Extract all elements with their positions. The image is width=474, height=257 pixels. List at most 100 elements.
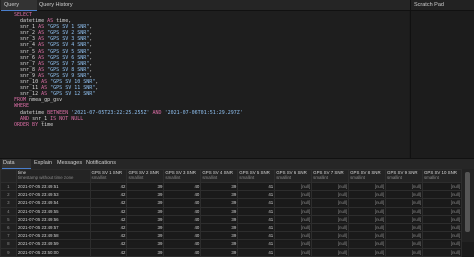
cell-snr[interactable]: 39	[200, 190, 239, 200]
cell-time[interactable]: 2021-07-05 23:49:59	[15, 239, 91, 249]
column-header[interactable]: GPS SV 7 SNR smallint	[311, 169, 350, 183]
cell-time[interactable]: 2021-07-05 23:49:58	[15, 231, 91, 241]
cell-snr[interactable]: [null]	[274, 231, 313, 241]
cell-snr[interactable]: 39	[200, 239, 239, 249]
cell-snr[interactable]: [null]	[274, 206, 313, 216]
cell-snr[interactable]: 42	[89, 214, 128, 224]
data-output-grid[interactable]: time timestamp without time zone GPS SV 1 …	[0, 169, 463, 257]
cell-snr[interactable]: 40	[163, 247, 202, 257]
cell-snr[interactable]: [null]	[311, 239, 350, 249]
cell-snr[interactable]: 39	[200, 206, 239, 216]
column-header[interactable]: GPS SV 3 SNR smallint	[163, 169, 202, 183]
cell-snr[interactable]: 40	[163, 239, 202, 249]
cell-snr[interactable]: [null]	[311, 214, 350, 224]
cell-snr[interactable]: [null]	[385, 239, 423, 249]
cell-snr[interactable]: [null]	[421, 231, 463, 241]
cell-snr[interactable]: 39	[200, 214, 239, 224]
cell-snr[interactable]: 42	[89, 247, 128, 257]
column-header[interactable]: GPS SV 10 SNR smallint	[421, 169, 463, 183]
cell-snr[interactable]: [null]	[311, 231, 350, 241]
table-row[interactable]: 6 2021-07-05 23:49:57 42 39 40 39 41 [null] [nul…	[0, 222, 463, 233]
cell-snr[interactable]: [null]	[348, 206, 387, 216]
cell-snr[interactable]: 42	[89, 181, 128, 192]
cell-snr[interactable]: 42	[89, 231, 128, 241]
column-header[interactable]: GPS SV 5 SNR smallint	[237, 169, 276, 183]
cell-time[interactable]: 2021-07-05 23:49:57	[15, 222, 91, 233]
cell-snr[interactable]: 42	[89, 222, 128, 233]
cell-snr[interactable]: [null]	[421, 181, 463, 192]
column-header[interactable]: GPS SV 2 SNR smallint	[126, 169, 165, 183]
cell-time[interactable]: 2021-07-05 23:49:54	[15, 198, 91, 208]
table-row[interactable]: 7 2021-07-05 23:49:58 42 39 40 39 41 [null] [nul…	[0, 231, 463, 241]
table-row[interactable]: 4 2021-07-05 23:49:55 42 39 40 39 41 [null] [nul…	[0, 206, 463, 216]
table-row[interactable]: 5 2021-07-05 23:49:56 42 39 40 39 41 [null] [nul…	[0, 214, 463, 224]
cell-snr[interactable]: 39	[200, 231, 239, 241]
cell-snr[interactable]: [null]	[421, 190, 463, 200]
cell-snr[interactable]: [null]	[385, 206, 423, 216]
table-row[interactable]: 8 2021-07-05 23:49:59 42 39 40 39 41 [null] [nul…	[0, 239, 463, 249]
cell-snr[interactable]: [null]	[385, 247, 423, 257]
cell-time[interactable]: 2021-07-05 23:49:55	[15, 206, 91, 216]
cell-snr[interactable]: 39	[200, 247, 239, 257]
cell-snr[interactable]: 41	[237, 214, 276, 224]
cell-snr[interactable]: 41	[237, 206, 276, 216]
cell-snr[interactable]: [null]	[385, 231, 423, 241]
cell-snr[interactable]: [null]	[421, 198, 463, 208]
cell-snr[interactable]: 39	[126, 247, 165, 257]
cell-time[interactable]: 2021-07-05 23:50:00	[15, 247, 91, 257]
cell-snr[interactable]: [null]	[348, 190, 387, 200]
cell-snr[interactable]: [null]	[385, 181, 423, 192]
column-header[interactable]: GPS SV 9 SNR smallint	[385, 169, 423, 183]
cell-snr[interactable]: 42	[89, 198, 128, 208]
cell-snr[interactable]: [null]	[274, 190, 313, 200]
cell-snr[interactable]: [null]	[274, 181, 313, 192]
cell-snr[interactable]: [null]	[348, 247, 387, 257]
cell-snr[interactable]: [null]	[421, 214, 463, 224]
cell-snr[interactable]: 39	[200, 198, 239, 208]
cell-snr[interactable]: [null]	[311, 190, 350, 200]
tab-messages[interactable]: Messages	[57, 159, 82, 168]
cell-snr[interactable]: [null]	[348, 231, 387, 241]
cell-snr[interactable]: 39	[126, 198, 165, 208]
sql-code[interactable]: SELECT datetime AS time, snr_1 AS "GPS S…	[14, 12, 243, 128]
cell-snr[interactable]: 41	[237, 198, 276, 208]
cell-time[interactable]: 2021-07-05 23:49:51	[15, 181, 91, 192]
tab-query-editor[interactable]: Query Editor	[1, 0, 37, 18]
cell-snr[interactable]: 39	[126, 222, 165, 233]
scrollbar-thumb[interactable]	[465, 172, 470, 232]
tab-explain[interactable]: Explain	[34, 159, 52, 168]
cell-snr[interactable]: 39	[126, 181, 165, 192]
tab-scratch-pad[interactable]: Scratch Pad	[410, 0, 474, 10]
cell-snr[interactable]: [null]	[385, 222, 423, 233]
tab-notifications[interactable]: Notifications	[86, 159, 116, 168]
cell-snr[interactable]: [null]	[311, 181, 350, 192]
cell-snr[interactable]: [null]	[274, 222, 313, 233]
cell-time[interactable]: 2021-07-05 23:49:53	[15, 190, 91, 200]
cell-snr[interactable]: 40	[163, 181, 202, 192]
cell-snr[interactable]: [null]	[274, 214, 313, 224]
cell-snr[interactable]: 41	[237, 222, 276, 233]
cell-snr[interactable]: [null]	[421, 222, 463, 233]
column-header[interactable]: time timestamp without time zone	[15, 169, 91, 183]
cell-snr[interactable]: [null]	[311, 222, 350, 233]
cell-snr[interactable]: 42	[89, 190, 128, 200]
cell-snr[interactable]: 39	[126, 231, 165, 241]
cell-snr[interactable]: [null]	[274, 247, 313, 257]
cell-snr[interactable]: [null]	[348, 181, 387, 192]
cell-snr[interactable]: 39	[126, 214, 165, 224]
cell-snr[interactable]: 42	[89, 239, 128, 249]
scratch-pad-area[interactable]	[410, 11, 474, 158]
column-header[interactable]: GPS SV 8 SNR smallint	[348, 169, 387, 183]
cell-snr[interactable]: [null]	[274, 198, 313, 208]
column-header[interactable]: GPS SV 1 SNR smallint	[89, 169, 128, 183]
cell-snr[interactable]: 40	[163, 214, 202, 224]
tab-data-output[interactable]: Data Output	[2, 159, 31, 175]
cell-snr[interactable]: [null]	[311, 206, 350, 216]
cell-snr[interactable]: [null]	[421, 247, 463, 257]
cell-snr[interactable]: [null]	[421, 206, 463, 216]
cell-snr[interactable]: [null]	[385, 198, 423, 208]
cell-snr[interactable]: [null]	[348, 198, 387, 208]
cell-snr[interactable]: 40	[163, 198, 202, 208]
table-row[interactable]: 2 2021-07-05 23:49:53 42 39 40 39 41 [null] [nul…	[0, 190, 463, 200]
column-header[interactable]: GPS SV 6 SNR smallint	[274, 169, 313, 183]
